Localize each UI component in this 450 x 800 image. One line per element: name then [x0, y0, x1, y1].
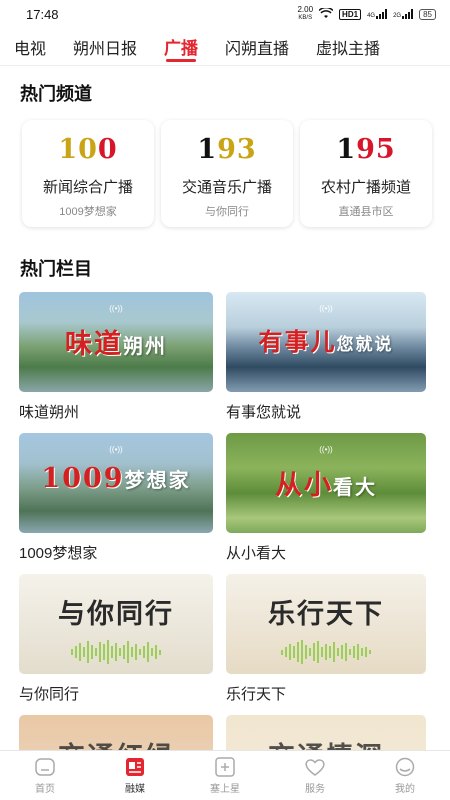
hot-channels-list: 100 新闻综合广播 1009梦想家 193 交通音乐广播 与你同行 195 农… — [22, 120, 432, 227]
tab-live[interactable]: 闪朔直播 — [225, 28, 289, 66]
tab-shuozhou-daily[interactable]: 朔州日报 — [73, 28, 137, 66]
channel-subtitle: 与你同行 — [205, 206, 249, 218]
channel-card[interactable]: 193 交通音乐广播 与你同行 — [161, 120, 293, 227]
program-thumbnail: ((•)) 味道朔州 — [19, 292, 213, 392]
net-speed: 2.00 KB/S — [297, 5, 314, 22]
heart-icon — [305, 758, 325, 776]
sound-wave-graphic — [29, 640, 203, 664]
channel-frequency: 100 — [58, 134, 118, 165]
nav-star[interactable]: 塞上星 — [195, 756, 255, 795]
user-icon — [395, 757, 415, 776]
program-label: 乐行天下 — [226, 686, 287, 703]
program-thumbnail: ((•)) 有事儿您就说 — [226, 292, 426, 392]
program-label: 与你同行 — [19, 686, 80, 703]
program-thumbnail: ((•)) 从小看大 — [226, 433, 426, 533]
signal-2g-icon: 2G — [393, 9, 414, 19]
sound-wave-graphic — [236, 640, 416, 664]
channel-subtitle: 1009梦想家 — [59, 206, 117, 218]
channel-card[interactable]: 195 农村广播频道 直通县市区 — [300, 120, 432, 227]
channel-card[interactable]: 100 新闻综合广播 1009梦想家 — [22, 120, 154, 227]
hd-icon: HD1 — [339, 8, 362, 20]
program-thumbnail: 与你同行 — [19, 574, 213, 674]
program-card[interactable]: ((•)) 1009梦想家 1009梦想家 — [19, 433, 213, 562]
nav-mine[interactable]: 我的 — [375, 757, 435, 795]
hot-programs-title: 热门栏目 — [20, 259, 92, 279]
hot-programs-grid: ((•)) 味道朔州 味道朔州 ((•)) 有事儿您就说 有事您就说 ((•))… — [19, 292, 427, 800]
battery-icon: 85 — [419, 8, 436, 20]
channel-name: 新闻综合广播 — [42, 179, 133, 196]
channel-frequency: 193 — [197, 134, 257, 165]
channel-frequency: 195 — [336, 134, 396, 165]
program-card[interactable]: ((•)) 味道朔州 味道朔州 — [19, 292, 213, 421]
home-icon — [35, 757, 55, 776]
status-icons: 2.00 KB/S HD1 4G 2G 85 — [297, 6, 436, 22]
nav-media[interactable]: 融媒 — [105, 757, 165, 795]
channel-name: 交通音乐广播 — [181, 179, 272, 196]
top-tab-bar: 电视 朔州日报 广播 闪朔直播 虚拟主播 — [0, 28, 450, 66]
radio-wave-icon: ((•)) — [319, 304, 333, 313]
nav-home[interactable]: 首页 — [15, 757, 75, 795]
plus-box-icon — [215, 756, 235, 777]
channel-subtitle: 直通县市区 — [338, 206, 394, 218]
program-label: 味道朔州 — [19, 404, 80, 421]
program-label: 从小看大 — [226, 545, 287, 562]
hot-channels-title: 热门频道 — [20, 84, 92, 104]
program-thumbnail: ((•)) 1009梦想家 — [19, 433, 213, 533]
tab-tv[interactable]: 电视 — [14, 28, 46, 66]
program-card[interactable]: 与你同行 与你同行 — [19, 574, 213, 703]
signal-4g-icon: 4G — [367, 9, 388, 19]
wifi-icon — [318, 6, 334, 21]
media-icon — [126, 757, 144, 776]
program-label: 1009梦想家 — [19, 545, 98, 562]
status-time: 17:48 — [26, 6, 59, 22]
radio-wave-icon: ((•)) — [319, 445, 333, 454]
program-card[interactable]: ((•)) 从小看大 从小看大 — [226, 433, 426, 562]
bottom-nav-bar: 首页 融媒 塞上星 服务 我的 — [0, 750, 450, 800]
program-card[interactable]: 乐行天下 乐行天下 — [226, 574, 426, 703]
channel-name: 农村广播频道 — [320, 179, 411, 196]
tab-radio[interactable]: 广播 — [164, 28, 198, 66]
tab-virtual-host[interactable]: 虚拟主播 — [316, 28, 380, 66]
program-card[interactable]: ((•)) 有事儿您就说 有事您就说 — [226, 292, 426, 421]
program-thumbnail: 乐行天下 — [226, 574, 426, 674]
radio-wave-icon: ((•)) — [109, 445, 123, 454]
nav-service[interactable]: 服务 — [285, 757, 345, 795]
radio-wave-icon: ((•)) — [109, 304, 123, 313]
program-label: 有事您就说 — [226, 404, 302, 421]
status-bar: 17:48 2.00 KB/S HD1 4G 2G 85 — [0, 0, 450, 28]
